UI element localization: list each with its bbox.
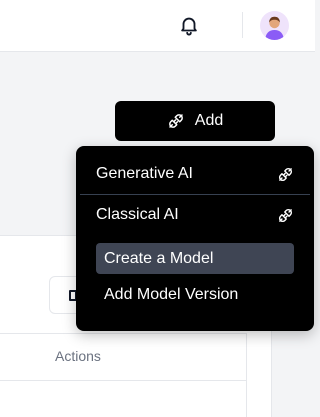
bell-icon[interactable] [178, 13, 200, 37]
menu-item-add-model-version[interactable]: Add Model Version [96, 279, 294, 310]
menu-item-create-model[interactable]: Create a Model [96, 243, 294, 274]
menu-item-label: Add Model Version [104, 285, 239, 303]
plug-icon [278, 208, 293, 223]
menu-item-label: Create a Model [104, 249, 214, 267]
models-table: Actions [0, 333, 247, 417]
plug-icon [168, 114, 183, 128]
column-header-actions: Actions [55, 348, 101, 364]
menu-group-label: Generative AI [96, 165, 193, 182]
avatar-illustration-icon [260, 11, 289, 40]
add-dropdown-menu: Generative AI Classical AI Create a Mode… [76, 146, 314, 331]
plug-icon [278, 167, 293, 182]
menu-group-classical-ai[interactable]: Classical AI [76, 196, 314, 234]
menu-group-generative-ai[interactable]: Generative AI [76, 155, 314, 193]
menu-divider [80, 194, 310, 195]
top-bar [0, 0, 315, 52]
add-button[interactable]: Add [115, 101, 275, 141]
user-avatar[interactable] [260, 11, 289, 40]
add-button-label: Add [194, 112, 224, 129]
header-divider [242, 12, 243, 38]
menu-group-label: Classical AI [96, 206, 179, 223]
table-row-divider [0, 380, 247, 381]
